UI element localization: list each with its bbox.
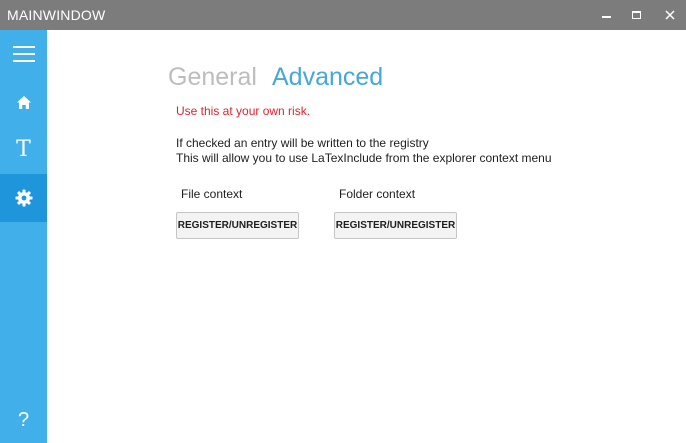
text-icon: T xyxy=(16,137,31,162)
sidebar-item-home[interactable] xyxy=(0,78,47,126)
folder-context-label: Folder context xyxy=(339,187,416,201)
home-icon xyxy=(16,95,31,109)
description-line-2: This will allow you to use LaTexInclude … xyxy=(176,151,552,165)
maximize-button[interactable] xyxy=(619,0,653,30)
settings-gear-icon xyxy=(15,189,32,207)
help-icon: ? xyxy=(17,409,30,431)
file-context-label: File context xyxy=(181,187,243,201)
close-button[interactable] xyxy=(653,0,686,30)
title-bar: MAINWINDOW xyxy=(0,0,686,30)
sidebar-item-text[interactable]: T xyxy=(0,126,47,174)
hamburger-menu-icon xyxy=(12,46,35,62)
folder-register-button[interactable]: REGISTER/UNREGISTER xyxy=(334,212,457,239)
sidebar-menu-button[interactable] xyxy=(0,30,47,78)
sidebar: T ? xyxy=(0,30,47,443)
description-line-1: If checked an entry will be written to t… xyxy=(176,136,429,150)
minimize-icon xyxy=(601,16,611,18)
maximize-icon xyxy=(631,11,641,19)
file-register-button[interactable]: REGISTER/UNREGISTER xyxy=(176,212,299,239)
risk-warning: Use this at your own risk. xyxy=(176,104,311,118)
window-title: MAINWINDOW xyxy=(7,7,106,23)
tab-advanced[interactable]: Advanced xyxy=(272,62,383,92)
sidebar-item-settings[interactable] xyxy=(0,174,47,222)
minimize-button[interactable] xyxy=(589,0,623,30)
sidebar-item-help[interactable]: ? xyxy=(0,396,47,443)
close-icon xyxy=(665,10,675,20)
tab-general[interactable]: General xyxy=(168,62,257,92)
